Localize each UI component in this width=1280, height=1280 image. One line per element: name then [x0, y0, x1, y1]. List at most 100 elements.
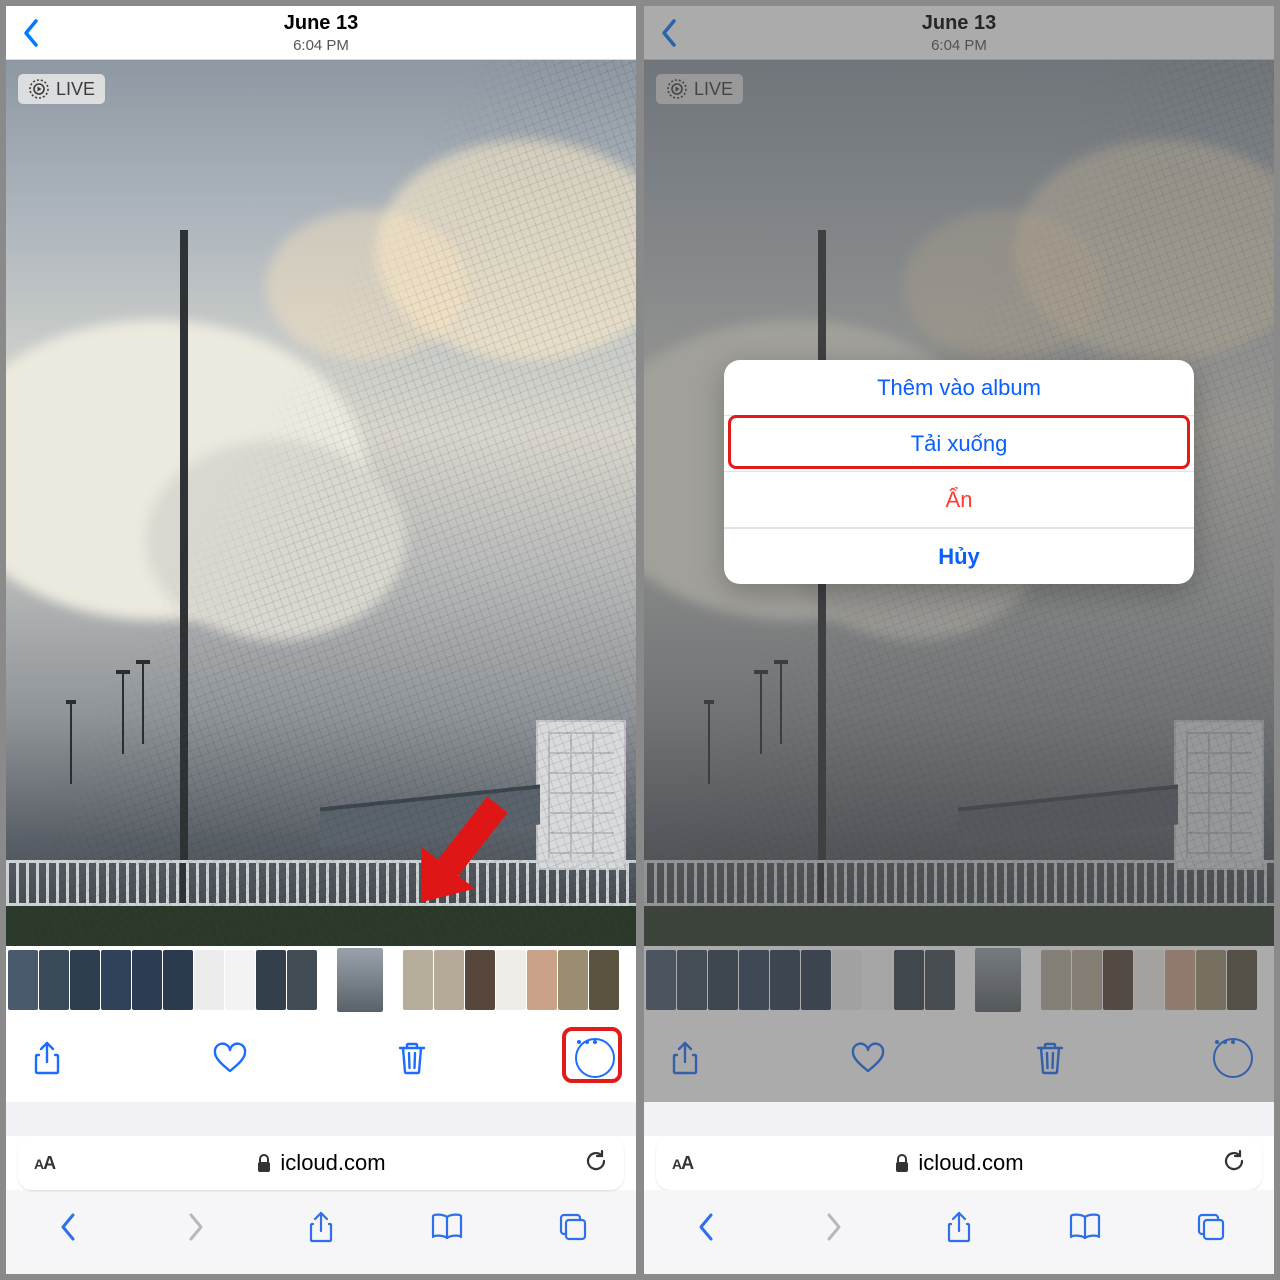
thumbnail[interactable]: [1134, 950, 1164, 1010]
sheet-cancel[interactable]: Hủy: [724, 528, 1194, 584]
back-button[interactable]: [648, 11, 692, 55]
thumbnail[interactable]: [70, 950, 100, 1010]
tabs-icon: [558, 1212, 588, 1242]
browser-tabs-button[interactable]: [1189, 1205, 1233, 1249]
thumbnail[interactable]: [677, 950, 707, 1010]
action-bar: [644, 1014, 1274, 1102]
chevron-left-icon: [660, 18, 680, 48]
thumbnail[interactable]: [527, 950, 557, 1010]
browser-forward-button[interactable]: [811, 1205, 855, 1249]
browser-tabs-button[interactable]: [551, 1205, 595, 1249]
share-icon: [307, 1211, 335, 1243]
back-button[interactable]: [10, 11, 54, 55]
thumbnail[interactable]: [894, 950, 924, 1010]
thumbnail[interactable]: [1165, 950, 1195, 1010]
thumbnail-selected[interactable]: [337, 948, 383, 1012]
share-icon: [32, 1040, 62, 1076]
thumbnail[interactable]: [1072, 950, 1102, 1010]
thumbnail[interactable]: [163, 950, 193, 1010]
share-button[interactable]: [662, 1035, 708, 1081]
thumbnail[interactable]: [708, 950, 738, 1010]
thumbnail[interactable]: [101, 950, 131, 1010]
thumbnail[interactable]: [465, 950, 495, 1010]
more-button[interactable]: [572, 1035, 618, 1081]
reload-icon: [1222, 1149, 1246, 1173]
thumbnail[interactable]: [39, 950, 69, 1010]
reader-mode-button[interactable]: AA: [34, 1153, 55, 1174]
thumbnail[interactable]: [739, 950, 769, 1010]
share-icon: [945, 1211, 973, 1243]
browser-bookmarks-button[interactable]: [1063, 1205, 1107, 1249]
browser-share-button[interactable]: [937, 1205, 981, 1249]
thumbnail-selected[interactable]: [975, 948, 1021, 1012]
sheet-hide[interactable]: Ẩn: [724, 472, 1194, 528]
thumbnail-strip[interactable]: [644, 946, 1274, 1014]
thumbnail[interactable]: [287, 950, 317, 1010]
browser-toolbar: [6, 1190, 636, 1274]
reload-button[interactable]: [1222, 1149, 1246, 1178]
more-icon: [575, 1038, 615, 1078]
thumbnail-strip[interactable]: [6, 946, 636, 1014]
thumbnail[interactable]: [558, 950, 588, 1010]
sheet-download[interactable]: Tải xuống: [724, 416, 1194, 472]
lock-icon: [256, 1153, 272, 1173]
share-button[interactable]: [24, 1035, 70, 1081]
live-photo-badge[interactable]: LIVE: [18, 74, 105, 104]
thumbnail[interactable]: [863, 950, 893, 1010]
thumbnail[interactable]: [646, 950, 676, 1010]
browser-forward-button[interactable]: [173, 1205, 217, 1249]
trash-icon: [397, 1041, 427, 1075]
header: June 13 6:04 PM: [6, 6, 636, 60]
delete-button[interactable]: [389, 1035, 435, 1081]
thumbnail[interactable]: [1227, 950, 1257, 1010]
favorite-button[interactable]: [207, 1035, 253, 1081]
favorite-button[interactable]: [845, 1035, 891, 1081]
thumbnail[interactable]: [225, 950, 255, 1010]
thumbnail[interactable]: [589, 950, 619, 1010]
action-sheet: Thêm vào album Tải xuống Ẩn Hủy: [724, 360, 1194, 584]
thumbnail-gap: [956, 950, 974, 1010]
lock-icon: [894, 1153, 910, 1173]
reload-icon: [584, 1149, 608, 1173]
chevron-left-icon: [697, 1212, 717, 1242]
delete-button[interactable]: [1027, 1035, 1073, 1081]
thumbnail[interactable]: [132, 950, 162, 1010]
live-badge-label: LIVE: [694, 79, 733, 100]
thumbnail[interactable]: [1196, 950, 1226, 1010]
reader-mode-button[interactable]: AA: [672, 1153, 693, 1174]
browser-url-bar[interactable]: AA icloud.com: [18, 1136, 624, 1190]
tabs-icon: [1196, 1212, 1226, 1242]
thumbnail[interactable]: [496, 950, 526, 1010]
thumbnail[interactable]: [832, 950, 862, 1010]
thumbnail[interactable]: [1041, 950, 1071, 1010]
browser-back-button[interactable]: [685, 1205, 729, 1249]
live-photo-icon: [666, 78, 688, 100]
browser-toolbar: [644, 1190, 1274, 1274]
browser-url-bar[interactable]: AA icloud.com: [656, 1136, 1262, 1190]
thumbnail[interactable]: [8, 950, 38, 1010]
chevron-right-icon: [823, 1212, 843, 1242]
photo-viewer[interactable]: LIVE: [6, 60, 636, 946]
thumbnail[interactable]: [434, 950, 464, 1010]
browser-bookmarks-button[interactable]: [425, 1205, 469, 1249]
thumbnail[interactable]: [770, 950, 800, 1010]
reload-button[interactable]: [584, 1149, 608, 1178]
book-icon: [430, 1213, 464, 1241]
browser-share-button[interactable]: [299, 1205, 343, 1249]
thumbnail-gap: [384, 950, 402, 1010]
heart-icon: [212, 1042, 248, 1074]
thumbnail[interactable]: [801, 950, 831, 1010]
header-time: 6:04 PM: [6, 37, 636, 54]
thumbnail[interactable]: [403, 950, 433, 1010]
more-button[interactable]: [1210, 1035, 1256, 1081]
book-icon: [1068, 1213, 1102, 1241]
live-photo-icon: [28, 78, 50, 100]
more-icon: [1213, 1038, 1253, 1078]
live-photo-badge[interactable]: LIVE: [656, 74, 743, 104]
thumbnail[interactable]: [1103, 950, 1133, 1010]
thumbnail[interactable]: [256, 950, 286, 1010]
thumbnail[interactable]: [194, 950, 224, 1010]
sheet-add-to-album[interactable]: Thêm vào album: [724, 360, 1194, 416]
browser-back-button[interactable]: [47, 1205, 91, 1249]
thumbnail[interactable]: [925, 950, 955, 1010]
